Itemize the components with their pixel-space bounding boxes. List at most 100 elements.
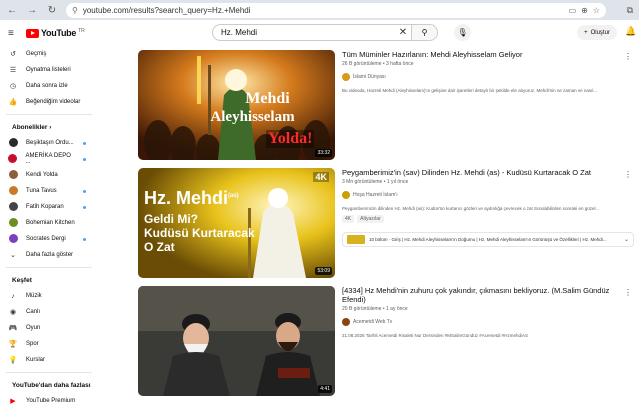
sidebar-item-label: Oynatma listeleri xyxy=(26,67,71,73)
install-icon[interactable]: ▭ xyxy=(569,6,577,15)
subscription-item[interactable]: Socrates Dergi xyxy=(6,231,98,247)
youtube-play-icon xyxy=(26,28,39,38)
channel-row[interactable]: İslami Dünyası xyxy=(342,73,634,81)
video-meta: 20 B görüntüleme • 1 ay önce xyxy=(342,306,408,312)
4k-tag: 4K xyxy=(313,172,329,182)
create-button[interactable]: + Oluştur xyxy=(577,25,617,40)
search-results: Mehdi Aleyhisselam Yolda! 33:32 Tüm Mümi… xyxy=(138,46,638,400)
browser-toolbar: ← → ↻ ⚲ youtube.com/results?search_query… xyxy=(0,0,639,20)
clear-search-icon[interactable]: ✕ xyxy=(395,27,411,38)
sidebar-item-label: Spor xyxy=(26,341,39,347)
subscription-item[interactable]: Bohemian Kitchen xyxy=(6,215,98,231)
thumbnail-text: (as) xyxy=(228,193,239,199)
new-content-dot xyxy=(83,189,86,193)
video-result[interactable]: 4:41 [4334] Hz Mehdi'nin zuhuru çok yakı… xyxy=(138,282,638,398)
subscription-label: Kendi Yolda xyxy=(26,172,58,178)
sidebar-item-watch-later[interactable]: ◷ Daha sonra izle xyxy=(6,78,98,94)
channel-row[interactable]: Acemetdi Web Tv xyxy=(342,318,634,326)
divider xyxy=(6,267,92,268)
channel-row[interactable]: Hoşa Hazreti İslam'ı xyxy=(342,191,634,199)
sidebar-item-label: Daha sonra izle xyxy=(26,83,68,89)
sidebar-item-sports[interactable]: 🏆 Spor xyxy=(6,336,98,352)
sidebar-item-premium[interactable]: ▶ YouTube Premium xyxy=(6,393,98,409)
sidebar-item-gaming[interactable]: 🎮 Oyun xyxy=(6,320,98,336)
back-icon[interactable]: ← xyxy=(6,5,18,16)
video-description: Peygamberimizin dilinden Hz. Mehdi (as):… xyxy=(342,206,600,211)
subscription-label: Fatih Koparan xyxy=(26,204,64,210)
video-thumbnail[interactable]: 4:41 xyxy=(138,286,335,396)
history-icon: ↺ xyxy=(10,51,16,58)
url-text[interactable]: youtube.com/results?search_query=Hz.+Meh… xyxy=(83,6,564,15)
sidebar-item-live[interactable]: ◉ Canlı xyxy=(6,304,98,320)
video-thumbnail[interactable]: Mehdi Aleyhisselam Yolda! 33:32 xyxy=(138,50,335,160)
search-input[interactable]: Hz. Mehdi xyxy=(213,28,395,37)
address-bar[interactable]: ⚲ youtube.com/results?search_query=Hz.+M… xyxy=(66,2,606,18)
subscription-label: Beşiktaşın Ordu... xyxy=(26,140,74,146)
channel-name[interactable]: Acemetdi Web Tv xyxy=(353,319,392,325)
video-title[interactable]: Tüm Müminler Hazırlanın: Mehdi Aleyhisse… xyxy=(342,50,634,59)
subscription-item[interactable]: Beşiktaşın Ordu... xyxy=(6,135,98,151)
voice-search-button[interactable]: 🎙 xyxy=(454,24,471,41)
chapters-row[interactable]: 10 bölüm · Giriş | Hz. Mehdi Aleyhissela… xyxy=(342,232,634,247)
sidebar-item-playlists[interactable]: ☰ Oynatma listeleri xyxy=(6,62,98,78)
more-options-icon[interactable]: ⋮ xyxy=(624,52,632,61)
show-more-label: Daha fazla göster xyxy=(26,252,74,258)
subscriptions-heading[interactable]: Abonelikler › xyxy=(6,119,98,135)
playlist-icon: ☰ xyxy=(9,67,17,74)
microphone-icon: 🎙 xyxy=(457,28,468,37)
subscription-item[interactable]: Kendi Yolda xyxy=(6,167,98,183)
youtube-premium-icon: ▶ xyxy=(10,398,16,405)
chevron-down-icon[interactable]: ⌄ xyxy=(624,236,629,243)
thumbnail-text: Hz. Mehdi xyxy=(144,188,228,208)
reload-icon[interactable]: ↻ xyxy=(46,5,58,16)
video-description: 21.08.2025 Tarihli Acemetdi Risaleti Nur… xyxy=(342,333,529,338)
forward-icon[interactable]: → xyxy=(26,5,38,16)
sidebar-item-history[interactable]: ↺ Geçmiş xyxy=(6,46,98,62)
more-options-icon[interactable]: ⋮ xyxy=(624,288,632,297)
search-button[interactable]: ⚲ xyxy=(411,25,437,40)
chapters-text: 10 bölüm · Giriş | Hz. Mehdi Aleyhissela… xyxy=(369,237,607,242)
new-content-dot xyxy=(83,205,86,209)
subscription-item[interactable]: Tuna Tavus xyxy=(6,183,98,199)
subscription-label: Bohemian Kitchen xyxy=(26,220,75,226)
zoom-icon[interactable]: ⊕ xyxy=(581,6,588,15)
video-info: [4334] Hz Mehdi'nin zuhuru çok yakındır,… xyxy=(342,286,634,338)
sidebar-item-courses[interactable]: 💡 Kurslar xyxy=(6,352,98,368)
chapter-thumbnail xyxy=(347,235,365,244)
video-title[interactable]: [4334] Hz Mehdi'nin zuhuru çok yakındır,… xyxy=(342,286,634,304)
video-result[interactable]: 4K Hz. Mehdi(as) Geldi Mi? Kudüsü Kurtar… xyxy=(138,164,638,280)
notifications-bell-icon[interactable]: 🔔 xyxy=(625,26,636,37)
more-options-icon[interactable]: ⋮ xyxy=(624,170,632,179)
channel-name[interactable]: Hoşa Hazreti İslam'ı xyxy=(353,192,398,198)
more-from-youtube-heading: YouTube'dan daha fazlası xyxy=(12,381,91,389)
divider xyxy=(6,372,92,373)
channel-avatar xyxy=(8,137,18,147)
show-more-button[interactable]: ⌄ Daha fazla göster xyxy=(6,247,98,263)
channel-name[interactable]: İslami Dünyası xyxy=(353,74,386,80)
logo-text: YouTube xyxy=(41,28,77,38)
tab-search-icon[interactable]: ⧉ xyxy=(627,5,633,16)
sidebar-item-music[interactable]: ♪ Müzik xyxy=(6,288,98,304)
video-duration: 33:32 xyxy=(315,149,332,157)
sidebar-item-label: Geçmiş xyxy=(26,51,47,57)
subscriptions-title: Abonelikler xyxy=(12,123,48,131)
sidebar-item-label: Müzik xyxy=(26,293,42,299)
subscription-item[interactable]: Fatih Koparan xyxy=(6,199,98,215)
video-meta: 26 B görüntüleme • 3 hafta önce xyxy=(342,61,414,67)
video-info: Peygamberimiz'in (sav) Dilinden Hz. Mehd… xyxy=(342,168,634,247)
clock-icon: ◷ xyxy=(9,83,17,90)
youtube-logo[interactable]: YouTube TR xyxy=(26,28,85,38)
hamburger-menu-icon[interactable]: ≡ xyxy=(8,28,22,39)
subscription-item[interactable]: AMERİKA DEPO ... xyxy=(6,151,98,167)
thumbnail-text: Yolda! xyxy=(266,130,315,148)
badge-4k: 4K xyxy=(342,215,355,223)
subscription-label: Tuna Tavus xyxy=(26,188,57,194)
video-result[interactable]: Mehdi Aleyhisselam Yolda! 33:32 Tüm Mümi… xyxy=(138,46,638,162)
video-thumbnail[interactable]: 4K Hz. Mehdi(as) Geldi Mi? Kudüsü Kurtar… xyxy=(138,168,335,278)
sidebar-item-liked[interactable]: 👍 Beğendiğim videolar xyxy=(6,94,98,110)
site-info-icon[interactable]: ⚲ xyxy=(72,6,78,15)
channel-avatar xyxy=(342,318,350,326)
trophy-icon: 🏆 xyxy=(8,341,18,348)
video-title[interactable]: Peygamberimiz'in (sav) Dilinden Hz. Mehd… xyxy=(342,168,634,177)
bookmark-star-icon[interactable]: ☆ xyxy=(593,6,600,15)
